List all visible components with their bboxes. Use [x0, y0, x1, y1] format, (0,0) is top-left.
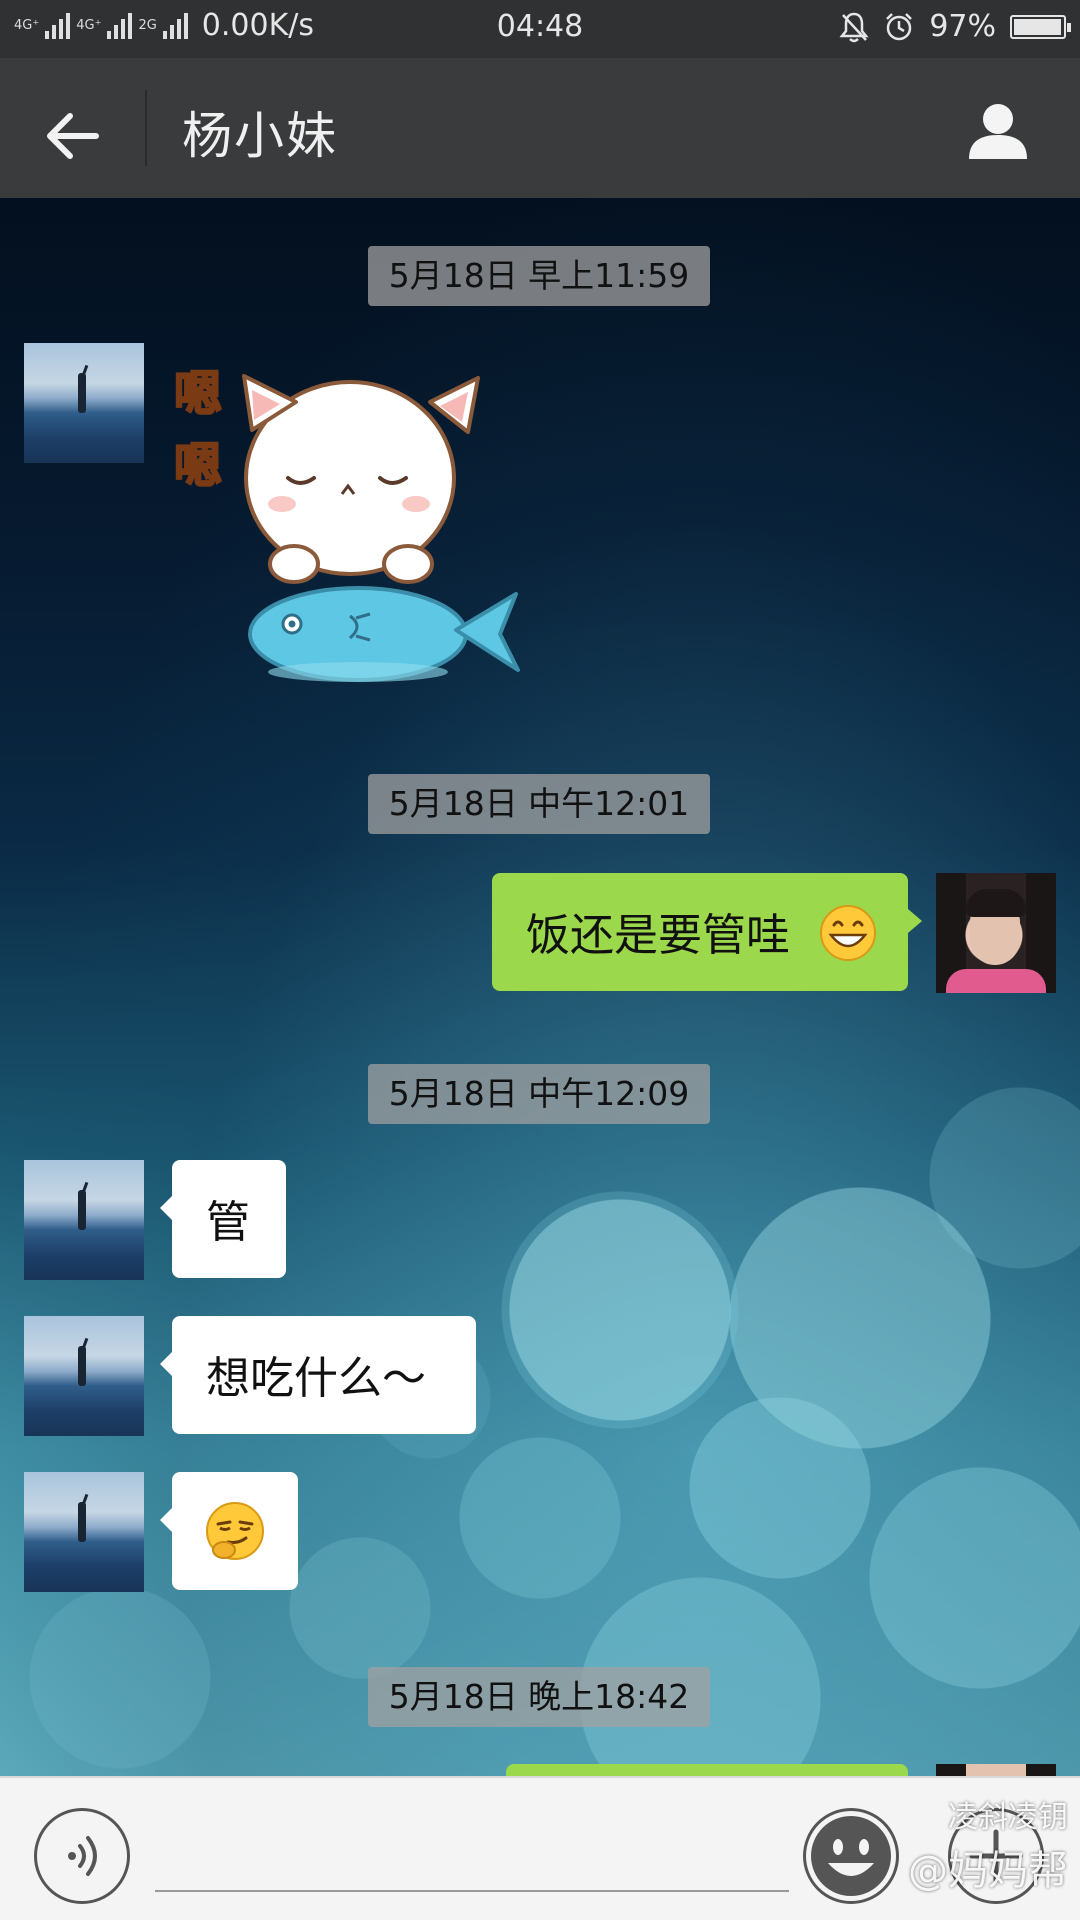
chat-title: 杨小妹 [182, 107, 338, 165]
sticker-message[interactable]: 嗯 嗯 [160, 338, 540, 708]
mute-bell-icon [839, 12, 869, 42]
timestamp-divider: 5月18日 晚上18:42 [368, 1667, 710, 1727]
profile-button[interactable] [956, 88, 1040, 172]
contact-avatar[interactable] [24, 1316, 144, 1436]
timestamp-divider: 5月18日 早上11:59 [368, 246, 710, 306]
message-input[interactable] [155, 1838, 789, 1892]
status-icons: 97% [839, 9, 1071, 44]
cat-on-fish-sticker [242, 374, 520, 682]
message-text: 想吃什么～ [206, 1353, 426, 1404]
message-list[interactable]: 5月18日 早上11:59 嗯 嗯 5月18日 中午12:01 饭还是要管哇 5… [0, 198, 1080, 1776]
status-bar: 4G⁺ 4G⁺ 2G 0.00K/s 04:48 97% [0, 0, 1080, 58]
my-avatar[interactable] [936, 1764, 1056, 1776]
voice-icon [68, 1836, 97, 1876]
emoji-button[interactable] [803, 1808, 899, 1904]
title-bar: 杨小妹 [0, 58, 1080, 198]
battery-icon [1010, 14, 1071, 39]
incoming-message-bubble[interactable] [160, 1472, 298, 1590]
contact-avatar[interactable] [24, 1160, 144, 1280]
voice-button[interactable] [34, 1808, 130, 1904]
emoji-icon [811, 1816, 891, 1896]
person-icon [969, 104, 1027, 159]
input-bar: 凌斜凌钥 @妈妈帮 [0, 1776, 1080, 1920]
title-divider [145, 90, 147, 166]
my-avatar[interactable] [936, 873, 1056, 993]
battery-level-fill [1014, 18, 1061, 35]
timestamp-divider: 5月18日 中午12:09 [368, 1064, 710, 1124]
incoming-message-bubble[interactable]: 想吃什么～ [160, 1316, 476, 1434]
outgoing-message-bubble[interactable] [506, 1764, 908, 1776]
back-button[interactable] [30, 94, 114, 178]
smirk-thinking-emoji [206, 1502, 264, 1560]
outgoing-message-bubble[interactable]: 饭还是要管哇 [492, 873, 922, 991]
alarm-clock-icon [886, 12, 913, 40]
contact-avatar[interactable] [24, 343, 144, 463]
contact-avatar[interactable] [24, 1472, 144, 1592]
watermark-line: 凌斜凌钥 [948, 1800, 1068, 1835]
timestamp-divider: 5月18日 中午12:01 [368, 774, 710, 834]
watermark-line: @妈妈帮 [908, 1848, 1068, 1894]
battery-percent: 97% [929, 9, 996, 44]
chat-screen: 4G⁺ 4G⁺ 2G 0.00K/s 04:48 97% 杨小妹 5月18日 早… [0, 0, 1080, 1920]
incoming-message-bubble[interactable]: 管 [160, 1160, 286, 1278]
message-text: 管 [206, 1197, 250, 1248]
arrow-left-icon [47, 113, 99, 159]
message-text: 饭还是要管哇 [526, 910, 790, 961]
watermark: 凌斜凌钥 @妈妈帮 [908, 1792, 1068, 1896]
grin-emoji [820, 905, 876, 961]
